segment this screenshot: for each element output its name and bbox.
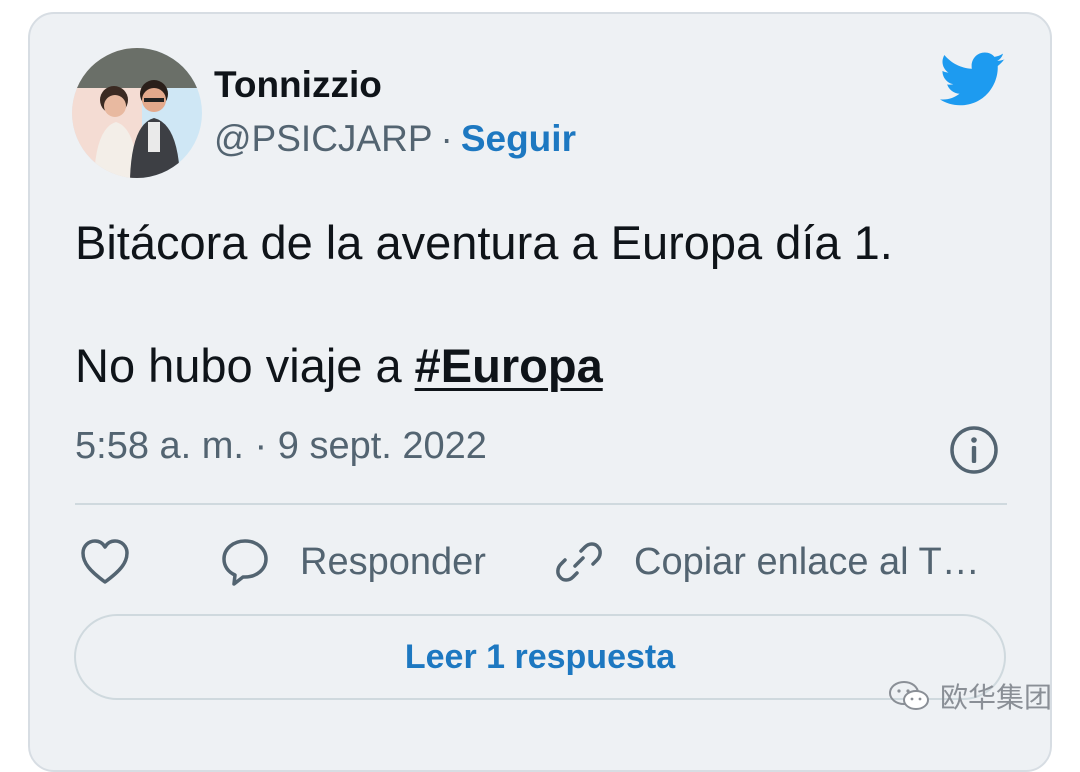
tweet-timestamp[interactable]: 5:58 a. m. · 9 sept. 2022: [75, 425, 487, 468]
info-icon[interactable]: [948, 424, 1000, 476]
follow-button[interactable]: Seguir: [461, 118, 576, 159]
reply-bubble-icon: [222, 539, 268, 586]
like-button[interactable]: [80, 530, 130, 594]
reply-button[interactable]: Responder: [220, 530, 486, 594]
link-icon: [556, 542, 602, 582]
avatar-photo: [72, 48, 202, 178]
wechat-icon: [889, 681, 929, 710]
tweet-text: Bitácora de la aventura a Europa día 1. …: [75, 212, 893, 397]
copy-link-label: Copiar enlace al T…: [634, 540, 980, 583]
action-bar: Responder Copiar enlace al T…: [0, 530, 1080, 594]
read-replies-button[interactable]: Leer 1 respuesta: [74, 614, 1006, 700]
tweet-text-line1: Bitácora de la aventura a Europa día 1.: [75, 216, 893, 269]
tweet-text-line2-prefix: No hubo viaje a: [75, 339, 415, 392]
watermark-text: 欧华集团: [940, 682, 1053, 713]
handle-row: @PSICJARP · Seguir: [214, 118, 576, 160]
watermark: 欧华集团: [888, 676, 1052, 716]
divider: [75, 503, 1007, 505]
avatar[interactable]: [72, 48, 202, 178]
twitter-bird-icon[interactable]: [940, 52, 1006, 108]
copy-link-button[interactable]: Copiar enlace al T…: [554, 530, 980, 594]
author-handle[interactable]: @PSICJARP: [214, 118, 433, 159]
separator-dot: ·: [440, 118, 453, 159]
tweet-text-line2: No hubo viaje a #Europa: [75, 335, 893, 397]
author-name[interactable]: Tonnizzio: [214, 64, 382, 106]
reply-label: Responder: [300, 540, 486, 583]
heart-icon: [81, 539, 129, 584]
hashtag-link[interactable]: #Europa: [415, 339, 603, 392]
